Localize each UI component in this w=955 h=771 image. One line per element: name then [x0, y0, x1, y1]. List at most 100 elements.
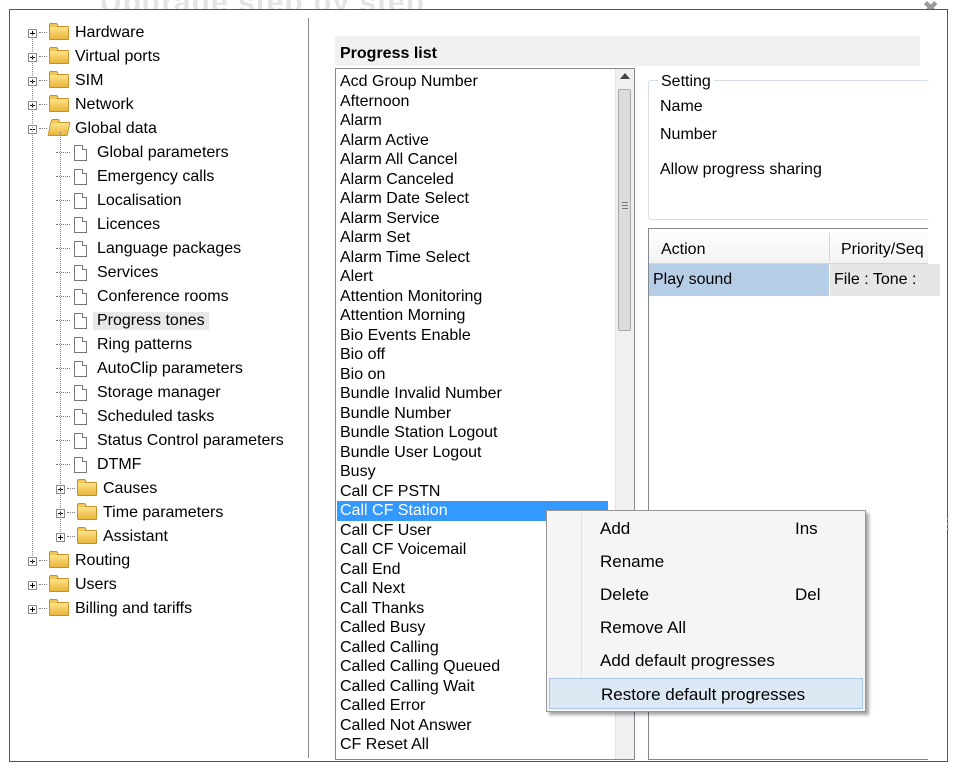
- list-item[interactable]: Alarm Date Select: [340, 189, 608, 209]
- menu-item-shortcut: Del: [795, 585, 821, 604]
- list-item[interactable]: Called Not Answer: [340, 716, 608, 736]
- document-icon: [74, 409, 87, 425]
- grid-cell-priority[interactable]: File : Tone :: [830, 264, 940, 296]
- list-item[interactable]: Alarm Time Select: [340, 248, 608, 268]
- number-label: Number: [660, 126, 717, 143]
- list-item[interactable]: Afternoon: [340, 92, 608, 112]
- tree-item-causes[interactable]: Causes: [56, 477, 157, 501]
- tree-item-label: Progress tones: [93, 312, 209, 330]
- tree-item-global-parameters[interactable]: Global parameters: [56, 141, 229, 165]
- tree-item-language-packages[interactable]: Language packages: [56, 237, 241, 261]
- tree-item-label: Licences: [97, 216, 161, 233]
- list-item[interactable]: Alarm Set: [340, 228, 608, 248]
- tree-item-label: Language packages: [97, 240, 242, 257]
- tree-item-label: Assistant: [103, 528, 168, 545]
- tree-item-label: Emergency calls: [97, 168, 215, 185]
- tree-item-label: Billing and tariffs: [75, 600, 193, 617]
- list-item[interactable]: Alarm All Cancel: [340, 150, 608, 170]
- grid-header: Action Priority/Seq: [649, 229, 928, 264]
- expand-plus-icon[interactable]: [28, 604, 37, 614]
- column-header-priority[interactable]: Priority/Seq: [841, 241, 924, 259]
- tree-item-storage-manager[interactable]: Storage manager: [56, 381, 221, 405]
- tree-item-network[interactable]: Network: [28, 93, 134, 117]
- menu-item-label: Add default progresses: [600, 651, 775, 670]
- folder-icon: [49, 599, 69, 616]
- menu-item-label: Add: [600, 519, 631, 538]
- tree-item-users[interactable]: Users: [28, 573, 117, 597]
- tree-item-assistant[interactable]: Assistant: [56, 525, 168, 549]
- tree-item-conference-rooms[interactable]: Conference rooms: [56, 285, 229, 309]
- list-item[interactable]: Alarm Service: [340, 209, 608, 229]
- expand-plus-icon[interactable]: [28, 580, 37, 590]
- list-item[interactable]: Bio Events Enable: [340, 326, 608, 346]
- tree-item-billing-and-tariffs[interactable]: Billing and tariffs: [28, 597, 192, 621]
- tree-item-scheduled-tasks[interactable]: Scheduled tasks: [56, 405, 214, 429]
- menu-item-add-default-progresses[interactable]: Add default progresses: [549, 645, 863, 676]
- column-header-action[interactable]: Action: [661, 241, 705, 259]
- folder-icon: [49, 47, 69, 64]
- scrollbar-thumb[interactable]: [618, 89, 631, 331]
- list-item[interactable]: Attention Monitoring: [340, 287, 608, 307]
- list-item[interactable]: Bundle Station Logout: [340, 423, 608, 443]
- document-icon: [74, 457, 87, 473]
- list-item[interactable]: Attention Morning: [340, 306, 608, 326]
- menu-item-rename[interactable]: Rename: [549, 546, 863, 577]
- tree-item-status-control-parameters[interactable]: Status Control parameters: [56, 429, 284, 453]
- grid-cell-action[interactable]: Play sound: [649, 264, 829, 296]
- folder-icon: [77, 503, 97, 520]
- navigation-tree[interactable]: Hardware Virtual ports SIM Network Global da…: [18, 18, 309, 758]
- tree-item-licences[interactable]: Licences: [56, 213, 160, 237]
- menu-item-delete[interactable]: Delete Del: [549, 579, 863, 610]
- folder-icon: [49, 23, 69, 40]
- list-item[interactable]: Bio off: [340, 345, 608, 365]
- tree-item-services[interactable]: Services: [56, 261, 158, 285]
- document-icon: [74, 193, 87, 209]
- tree-item-global-data[interactable]: Global data: [28, 117, 157, 141]
- tree-item-label: Users: [75, 576, 117, 593]
- tree-item-autoclip-parameters[interactable]: AutoClip parameters: [56, 357, 243, 381]
- list-item[interactable]: Call CF PSTN: [340, 482, 608, 502]
- menu-item-add[interactable]: Add Ins: [549, 513, 863, 544]
- tree-item-virtual-ports[interactable]: Virtual ports: [28, 45, 160, 69]
- menu-item-remove-all[interactable]: Remove All: [549, 612, 863, 643]
- grid-row[interactable]: Play sound File : Tone :: [649, 264, 940, 296]
- tree-item-label: Global parameters: [97, 144, 229, 161]
- tree-item-label: Scheduled tasks: [97, 408, 215, 425]
- list-item[interactable]: Bio on: [340, 365, 608, 385]
- list-item[interactable]: CF Reset All: [340, 735, 608, 755]
- folder-open-icon: [47, 122, 71, 136]
- list-item[interactable]: Alert: [340, 267, 608, 287]
- list-item[interactable]: Acd Group Number: [340, 72, 608, 92]
- tree-item-label: Causes: [103, 480, 158, 497]
- tree-item-label: Localisation: [97, 192, 182, 209]
- tree-item-dtmf[interactable]: DTMF: [56, 453, 141, 477]
- list-item[interactable]: Busy: [340, 462, 608, 482]
- document-icon: [74, 145, 87, 161]
- list-item[interactable]: Bundle Number: [340, 404, 608, 424]
- document-icon: [74, 361, 87, 377]
- tree-item-ring-patterns[interactable]: Ring patterns: [56, 333, 192, 357]
- setting-legend: Setting: [658, 73, 714, 91]
- menu-item-restore-default-progresses[interactable]: Restore default progresses: [549, 678, 863, 709]
- menu-item-label: Rename: [600, 552, 665, 571]
- list-item[interactable]: Bundle Invalid Number: [340, 384, 608, 404]
- tree-item-localisation[interactable]: Localisation: [56, 189, 182, 213]
- list-item[interactable]: Bundle User Logout: [340, 443, 608, 463]
- scroll-up-arrow-icon[interactable]: [620, 73, 630, 79]
- document-icon: [74, 217, 87, 233]
- list-item[interactable]: Alarm Active: [340, 131, 608, 151]
- tree-item-time-parameters[interactable]: Time parameters: [56, 501, 223, 525]
- list-item[interactable]: Alarm: [340, 111, 608, 131]
- folder-icon: [77, 527, 97, 544]
- progress-list-header: Progress list: [335, 36, 920, 66]
- list-item[interactable]: Alarm Canceled: [340, 170, 608, 190]
- tree-item-routing[interactable]: Routing: [28, 549, 130, 573]
- tree-item-sim[interactable]: SIM: [28, 69, 103, 93]
- tree-item-progress-tones[interactable]: Progress tones: [56, 309, 209, 333]
- tree-item-label: Ring patterns: [97, 336, 193, 353]
- tree-item-emergency-calls[interactable]: Emergency calls: [56, 165, 214, 189]
- document-icon: [74, 289, 87, 305]
- tree-item-hardware[interactable]: Hardware: [28, 21, 144, 45]
- tree-item-label: AutoClip parameters: [97, 360, 243, 377]
- folder-icon: [49, 95, 69, 112]
